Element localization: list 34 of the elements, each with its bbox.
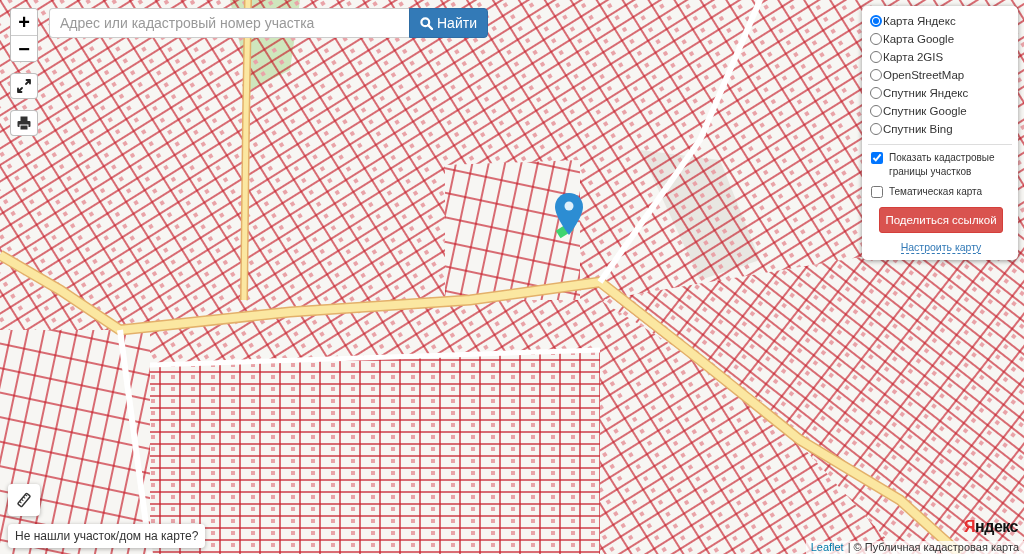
expand-arrows-icon <box>17 79 31 93</box>
layer-checkbox[interactable] <box>871 152 883 164</box>
layer-option-label[interactable]: Карта Яндекс <box>883 15 956 27</box>
share-link-button[interactable]: Поделиться ссылкой <box>879 207 1003 233</box>
find-button[interactable]: Найти <box>409 8 488 38</box>
search-field[interactable]: Адрес или кадастровый номер участка <box>49 8 409 38</box>
layer-option-label[interactable]: OpenStreetMap <box>883 69 965 81</box>
layer-option-label[interactable]: Карта 2GIS <box>883 51 944 63</box>
layer-radio[interactable] <box>870 123 882 135</box>
fullscreen-button[interactable] <box>10 73 38 99</box>
measure-button[interactable] <box>8 484 40 516</box>
layer-radio[interactable] <box>870 87 882 99</box>
printer-icon <box>17 116 31 130</box>
attribution-text: | © Публичная кадастровая карта <box>847 541 1019 554</box>
layer-checkbox[interactable] <box>871 186 883 198</box>
layer-radio[interactable] <box>870 33 882 45</box>
layer-checkbox-label[interactable]: Показать кадастровые границы участков <box>889 151 1007 179</box>
layer-option-label[interactable]: Карта Google <box>883 33 955 45</box>
print-button[interactable] <box>10 110 38 136</box>
layer-radio[interactable] <box>870 51 882 63</box>
layer-checkbox-label[interactable]: Тематическая карта <box>889 185 1007 199</box>
attribution-link[interactable]: Leaflet <box>810 541 844 554</box>
layer-radio[interactable] <box>870 105 882 117</box>
zoom-out-button[interactable]: − <box>11 35 37 61</box>
layer-radio[interactable] <box>870 15 882 27</box>
layer-option-label[interactable]: Спутник Яндекс <box>883 87 969 99</box>
help-button[interactable]: Не нашли участок/дом на карте? <box>8 524 206 548</box>
ruler-icon <box>16 492 32 508</box>
search-icon <box>420 16 433 30</box>
layer-option-label[interactable]: Спутник Bing <box>883 123 953 135</box>
layer-option-label[interactable]: Спутник Google <box>883 105 967 117</box>
layer-radio[interactable] <box>870 69 882 81</box>
configure-map-link[interactable]: Настроить карту <box>900 241 982 254</box>
map-pin-icon[interactable] <box>555 193 583 235</box>
